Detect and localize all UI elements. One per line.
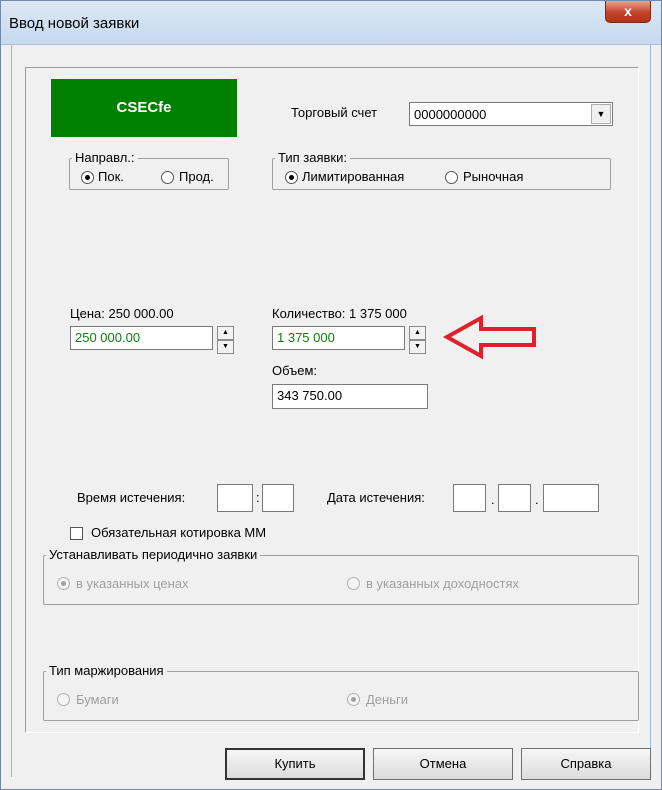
- margin-money-label: Деньги: [366, 692, 408, 707]
- periodic-prices-label: в указанных ценах: [76, 576, 189, 591]
- close-button[interactable]: x: [605, 1, 651, 23]
- account-label: Торговый счет: [291, 105, 378, 120]
- help-button[interactable]: Справка: [521, 748, 651, 780]
- direction-buy-radio[interactable]: [81, 171, 94, 184]
- title-bar[interactable]: Ввод новой заявки x: [1, 1, 661, 45]
- triangle-down-icon[interactable]: ▼: [409, 340, 426, 354]
- cancel-button[interactable]: Отмена: [373, 748, 513, 780]
- price-label: Цена: 250 000.00: [70, 306, 174, 321]
- expiration-month-input[interactable]: [498, 484, 531, 512]
- direction-buy-label: Пок.: [98, 169, 124, 184]
- expiration-year-input[interactable]: [543, 484, 599, 512]
- triangle-down-icon[interactable]: ▼: [217, 340, 234, 354]
- order-type-limit-radio[interactable]: [285, 171, 298, 184]
- expiration-minutes-input[interactable]: [262, 484, 294, 512]
- triangle-up-icon[interactable]: ▲: [409, 326, 426, 340]
- arrow-left-icon: [442, 314, 536, 360]
- expiration-hours-input[interactable]: [217, 484, 253, 512]
- quantity-spinner[interactable]: ▲ ▼: [409, 326, 426, 354]
- expiration-day-input[interactable]: [453, 484, 486, 512]
- quantity-label: Количество: 1 375 000: [272, 306, 407, 321]
- expiration-date-separator-1: .: [491, 492, 495, 507]
- order-type-market-radio[interactable]: [445, 171, 458, 184]
- periodic-group-title: Устанавливать периодично заявки: [46, 547, 261, 562]
- order-dialog-window: Ввод новой заявки x CSECfe Торговый счет…: [0, 0, 662, 790]
- expiration-date-separator-2: .: [535, 492, 539, 507]
- mm-quote-checkbox[interactable]: [70, 527, 83, 540]
- close-icon: x: [624, 3, 632, 19]
- mm-quote-label: Обязательная котировка ММ: [91, 525, 267, 540]
- chevron-down-icon[interactable]: ▼: [591, 104, 611, 124]
- price-spinner[interactable]: ▲ ▼: [217, 326, 234, 354]
- quantity-input[interactable]: 1 375 000: [272, 326, 405, 350]
- direction-sell-label: Прод.: [179, 169, 214, 184]
- direction-sell-radio[interactable]: [161, 171, 174, 184]
- account-select[interactable]: 0000000000 ▼: [409, 102, 613, 126]
- price-input[interactable]: 250 000.00: [70, 326, 213, 350]
- direction-group-title: Направл.:: [72, 150, 138, 165]
- instrument-badge: CSECfe: [51, 79, 237, 137]
- periodic-yields-label: в указанных доходностях: [366, 576, 520, 591]
- buy-button[interactable]: Купить: [225, 748, 365, 780]
- periodic-prices-radio[interactable]: [57, 577, 70, 590]
- order-type-group-title: Тип заявки:: [275, 150, 350, 165]
- expiration-time-separator: :: [256, 490, 260, 505]
- margin-securities-radio[interactable]: [57, 693, 70, 706]
- account-value: 0000000000: [414, 107, 487, 122]
- order-type-market-label: Рыночная: [463, 169, 524, 184]
- expiration-date-label: Дата истечения:: [327, 490, 425, 505]
- expiration-time-label: Время истечения:: [77, 490, 186, 505]
- volume-label: Объем:: [272, 363, 318, 378]
- window-title: Ввод новой заявки: [9, 15, 140, 32]
- margin-money-radio[interactable]: [347, 693, 360, 706]
- margin-securities-label: Бумаги: [76, 692, 119, 707]
- margin-group-title: Тип маржирования: [46, 663, 167, 678]
- volume-input[interactable]: 343 750.00: [272, 384, 428, 409]
- margin-group: Тип маржирования: [43, 663, 639, 721]
- order-type-limit-label: Лимитированная: [302, 169, 405, 184]
- triangle-up-icon[interactable]: ▲: [217, 326, 234, 340]
- periodic-yields-radio[interactable]: [347, 577, 360, 590]
